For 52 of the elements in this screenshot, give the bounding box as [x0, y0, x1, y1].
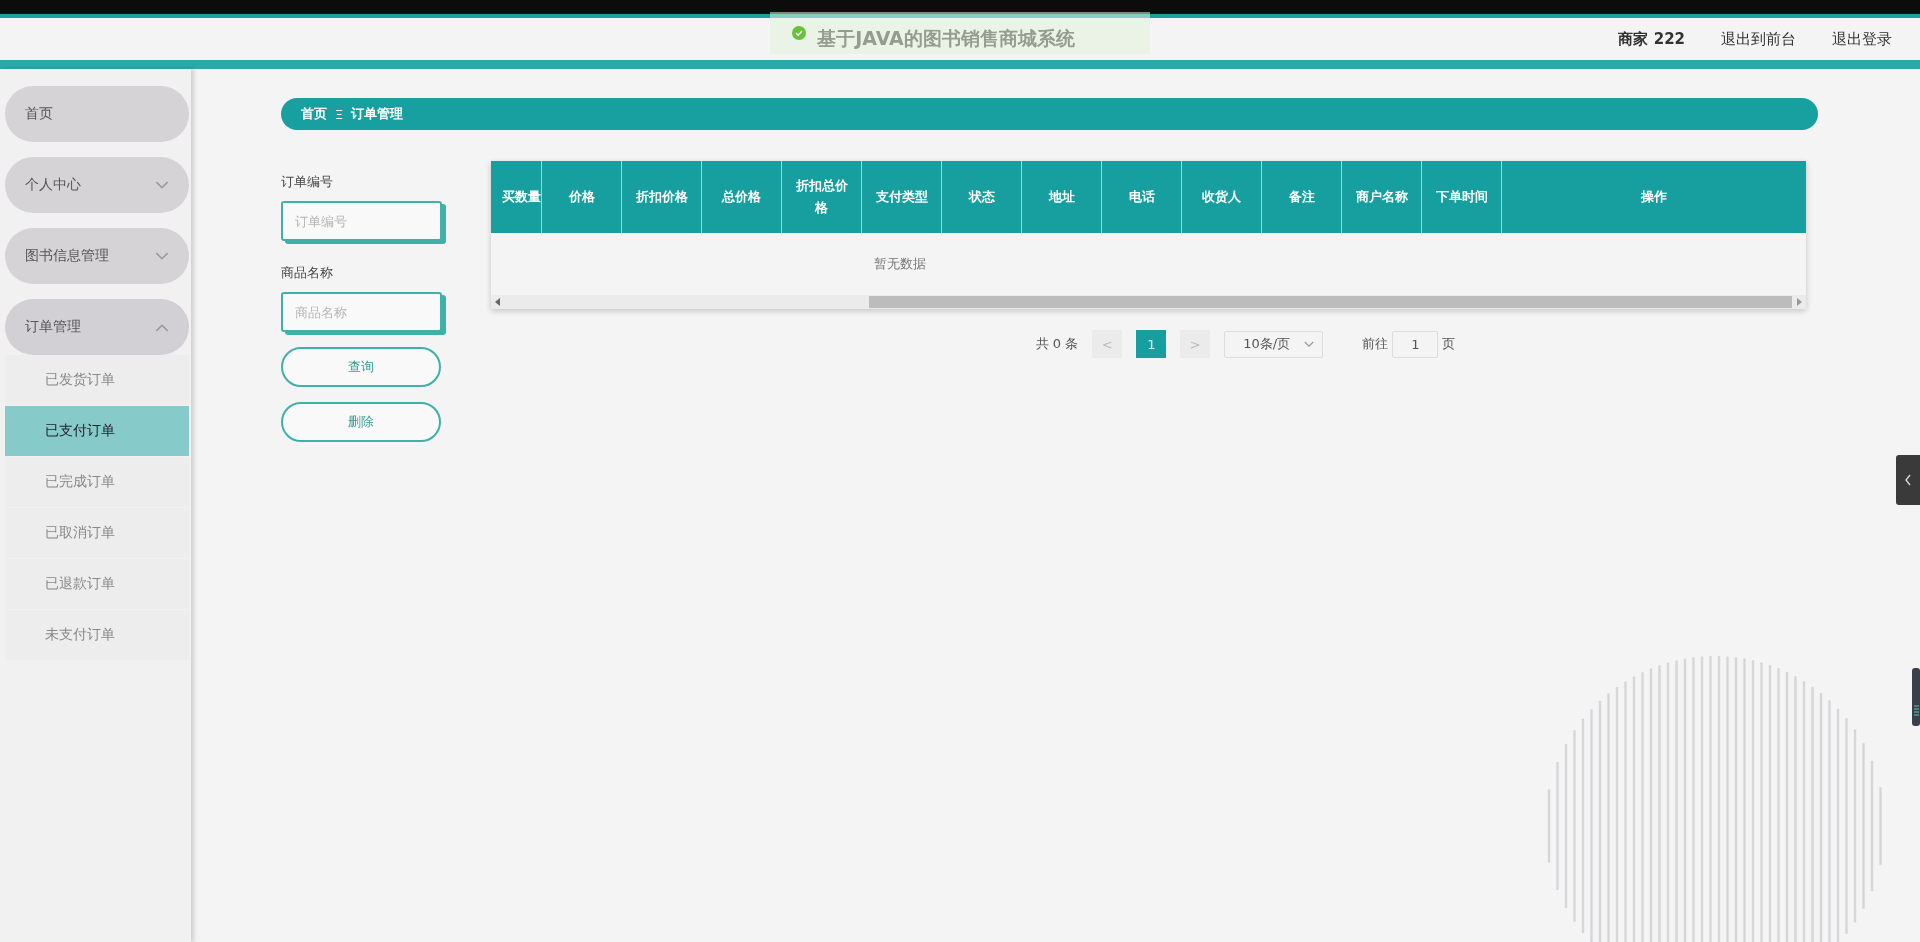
user-name: 商家 222 — [1618, 29, 1685, 49]
page-button[interactable]: 1 — [1136, 330, 1167, 358]
page-unit-label: 页 — [1442, 335, 1456, 353]
page-size-select[interactable]: 10条/页 — [1224, 330, 1324, 358]
column-header: 折扣总价格 — [782, 161, 862, 233]
column-header: 操作 — [1640, 188, 1668, 206]
menu-item[interactable]: 个人中心 — [5, 157, 189, 213]
horizontal-scrollbar[interactable] — [491, 295, 1806, 309]
next-page-button[interactable]: > — [1180, 330, 1211, 358]
column-header: 买数量 — [491, 161, 542, 233]
page-input[interactable]: 1 — [1392, 330, 1439, 358]
action-button[interactable]: 查询 — [281, 347, 441, 387]
side-widget-icon[interactable] — [1912, 668, 1920, 726]
site-title: 基于JAVA的图书销售商城系统 — [817, 26, 1075, 51]
collapse-tab[interactable] — [1896, 455, 1920, 505]
chevron-down-icon — [1304, 340, 1315, 348]
column-header: 备注 — [1262, 161, 1342, 233]
column-header: 折扣价格 — [622, 161, 702, 233]
input-field[interactable]: 订单编号 — [281, 201, 442, 241]
submenu-item[interactable]: 已退款订单 — [5, 559, 189, 609]
empty-text: 暂无数据 — [874, 255, 926, 273]
header-link[interactable]: 退出到前台 — [1721, 29, 1796, 49]
submenu-item[interactable]: 已取消订单 — [5, 508, 189, 558]
submenu-item[interactable]: 已支付订单 — [5, 406, 189, 456]
column-header: 商户名称 — [1342, 161, 1422, 233]
column-header: 状态 — [942, 161, 1022, 233]
goto-label: 前往 — [1362, 335, 1389, 353]
header-link[interactable]: 退出登录 — [1832, 29, 1892, 49]
column-header: 价格 — [542, 161, 622, 233]
submenu-item[interactable]: 已完成订单 — [5, 457, 189, 507]
menu-item[interactable]: 首页 — [5, 86, 189, 142]
total-count: 共 0 条 — [1035, 335, 1079, 353]
action-button[interactable]: 删除 — [281, 402, 441, 442]
breadcrumb-link[interactable]: 订单管理 — [351, 105, 404, 123]
column-header: 电话 — [1102, 161, 1182, 233]
breadcrumb-link[interactable]: 首页 — [301, 105, 327, 123]
scroll-left-icon[interactable] — [495, 298, 501, 306]
field-label: 订单编号 — [281, 173, 333, 191]
column-header: 收货人 — [1182, 161, 1262, 233]
column-header: 总价格 — [702, 161, 782, 233]
column-header: 支付类型 — [862, 161, 942, 233]
chevron-left-icon — [1903, 473, 1913, 487]
breadcrumb-separator: Ξ — [335, 106, 344, 122]
menu-item[interactable]: 图书信息管理 — [5, 228, 189, 284]
column-header: 下单时间 — [1422, 161, 1502, 233]
scroll-right-icon[interactable] — [1796, 298, 1802, 306]
field-label: 商品名称 — [281, 264, 333, 282]
check-circle-icon — [792, 26, 806, 40]
column-header: 地址 — [1022, 161, 1102, 233]
submenu-item[interactable]: 未支付订单 — [5, 610, 189, 660]
input-field[interactable]: 商品名称 — [281, 292, 442, 332]
submenu-item[interactable]: 已发货订单 — [5, 355, 189, 405]
